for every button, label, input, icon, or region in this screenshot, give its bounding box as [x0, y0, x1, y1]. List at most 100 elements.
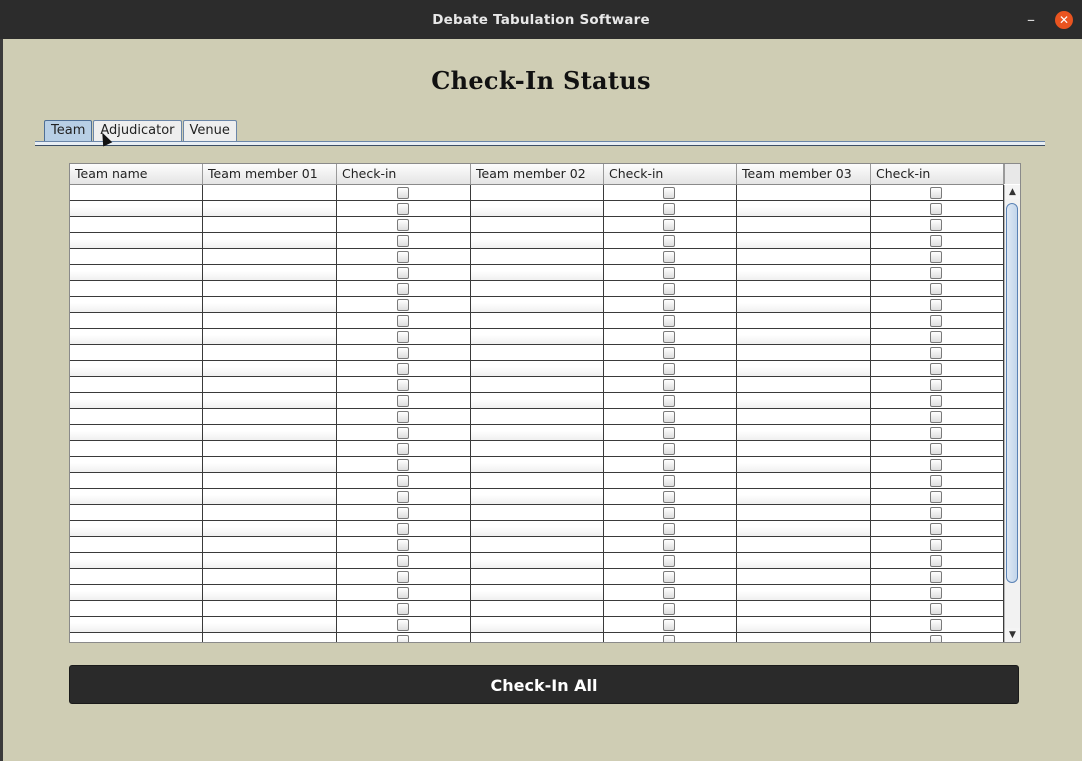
table-cell[interactable] [70, 521, 203, 537]
table-cell[interactable] [471, 457, 604, 473]
table-cell[interactable] [737, 201, 871, 217]
table-cell[interactable] [203, 521, 337, 537]
checkin-checkbox[interactable] [663, 635, 675, 642]
checkin-checkbox[interactable] [930, 267, 942, 279]
table-cell[interactable] [737, 441, 871, 457]
checkin-checkbox[interactable] [396, 315, 409, 327]
table-cell[interactable] [70, 585, 203, 601]
table-cell[interactable] [737, 601, 871, 617]
vertical-scrollbar[interactable]: ▲ ▼ [1004, 185, 1020, 642]
scroll-down-icon[interactable]: ▼ [1005, 628, 1020, 642]
table-cell[interactable] [471, 185, 604, 201]
table-cell[interactable] [203, 489, 337, 505]
table-cell[interactable] [70, 441, 203, 457]
checkin-checkbox[interactable] [930, 443, 942, 455]
table-cell[interactable] [471, 425, 604, 441]
checkin-checkbox[interactable] [930, 475, 942, 487]
table-cell[interactable] [471, 361, 604, 377]
table-cell[interactable] [471, 297, 604, 313]
checkin-checkbox[interactable] [663, 555, 675, 567]
column-header[interactable]: Team member 03 [737, 164, 871, 184]
table-cell[interactable] [70, 265, 203, 281]
table-cell[interactable] [471, 233, 604, 249]
table-cell[interactable] [737, 265, 871, 281]
checkin-checkbox[interactable] [396, 235, 409, 247]
table-cell[interactable] [203, 377, 337, 393]
table-cell[interactable] [70, 297, 203, 313]
table-cell[interactable] [471, 633, 604, 642]
table-cell[interactable] [737, 457, 871, 473]
checkin-checkbox[interactable] [930, 219, 942, 231]
table-cell[interactable] [737, 473, 871, 489]
checkin-checkbox[interactable] [396, 619, 409, 631]
checkin-checkbox[interactable] [930, 507, 942, 519]
checkin-checkbox[interactable] [396, 331, 409, 343]
table-cell[interactable] [203, 393, 337, 409]
table-cell[interactable] [737, 361, 871, 377]
checkin-checkbox[interactable] [396, 443, 409, 455]
checkin-checkbox[interactable] [396, 459, 409, 471]
close-button[interactable]: ✕ [1055, 11, 1073, 29]
checkin-checkbox[interactable] [930, 187, 942, 199]
checkin-checkbox[interactable] [396, 395, 409, 407]
checkin-checkbox[interactable] [396, 571, 409, 583]
table-cell[interactable] [203, 553, 337, 569]
checkin-checkbox[interactable] [396, 379, 409, 391]
table-cell[interactable] [70, 377, 203, 393]
table-cell[interactable] [203, 585, 337, 601]
table-cell[interactable] [737, 377, 871, 393]
table-cell[interactable] [70, 569, 203, 585]
checkin-checkbox[interactable] [663, 187, 675, 199]
table-cell[interactable] [203, 601, 337, 617]
table-cell[interactable] [203, 201, 337, 217]
table-cell[interactable] [737, 633, 871, 642]
checkin-checkbox[interactable] [930, 379, 942, 391]
table-cell[interactable] [737, 313, 871, 329]
checkin-checkbox[interactable] [663, 603, 675, 615]
checkin-checkbox[interactable] [930, 571, 942, 583]
checkin-checkbox[interactable] [930, 491, 942, 503]
column-header[interactable]: Check-in [871, 164, 1004, 184]
table-cell[interactable] [737, 489, 871, 505]
table-cell[interactable] [203, 313, 337, 329]
checkin-checkbox[interactable] [396, 507, 409, 519]
checkin-checkbox[interactable] [396, 539, 409, 551]
checkin-checkbox[interactable] [930, 283, 942, 295]
checkin-checkbox[interactable] [930, 395, 942, 407]
table-cell[interactable] [70, 185, 203, 201]
checkin-checkbox[interactable] [930, 523, 942, 535]
table-cell[interactable] [471, 521, 604, 537]
table-cell[interactable] [203, 425, 337, 441]
table-cell[interactable] [471, 265, 604, 281]
table-cell[interactable] [471, 585, 604, 601]
checkin-checkbox[interactable] [396, 267, 409, 279]
table-cell[interactable] [737, 217, 871, 233]
checkin-checkbox[interactable] [396, 635, 409, 642]
checkin-checkbox[interactable] [930, 347, 942, 359]
table-cell[interactable] [737, 521, 871, 537]
table-cell[interactable] [203, 473, 337, 489]
checkin-checkbox[interactable] [930, 411, 942, 423]
checkin-checkbox[interactable] [396, 603, 409, 615]
checkin-checkbox[interactable] [396, 555, 409, 567]
checkin-checkbox[interactable] [663, 395, 675, 407]
checkin-checkbox[interactable] [663, 523, 675, 535]
column-header[interactable]: Team member 01 [203, 164, 337, 184]
scroll-up-icon[interactable]: ▲ [1005, 185, 1020, 199]
table-cell[interactable] [203, 569, 337, 585]
checkin-checkbox[interactable] [663, 203, 675, 215]
table-cell[interactable] [70, 217, 203, 233]
table-cell[interactable] [70, 281, 203, 297]
checkin-checkbox[interactable] [930, 587, 942, 599]
checkin-checkbox[interactable] [396, 363, 409, 375]
table-cell[interactable] [737, 537, 871, 553]
checkin-checkbox[interactable] [396, 219, 409, 231]
table-cell[interactable] [737, 185, 871, 201]
table-cell[interactable] [203, 361, 337, 377]
checkin-checkbox[interactable] [930, 539, 942, 551]
checkin-checkbox[interactable] [930, 555, 942, 567]
table-cell[interactable] [203, 617, 337, 633]
checkin-checkbox[interactable] [663, 315, 675, 327]
table-cell[interactable] [471, 249, 604, 265]
table-cell[interactable] [70, 313, 203, 329]
